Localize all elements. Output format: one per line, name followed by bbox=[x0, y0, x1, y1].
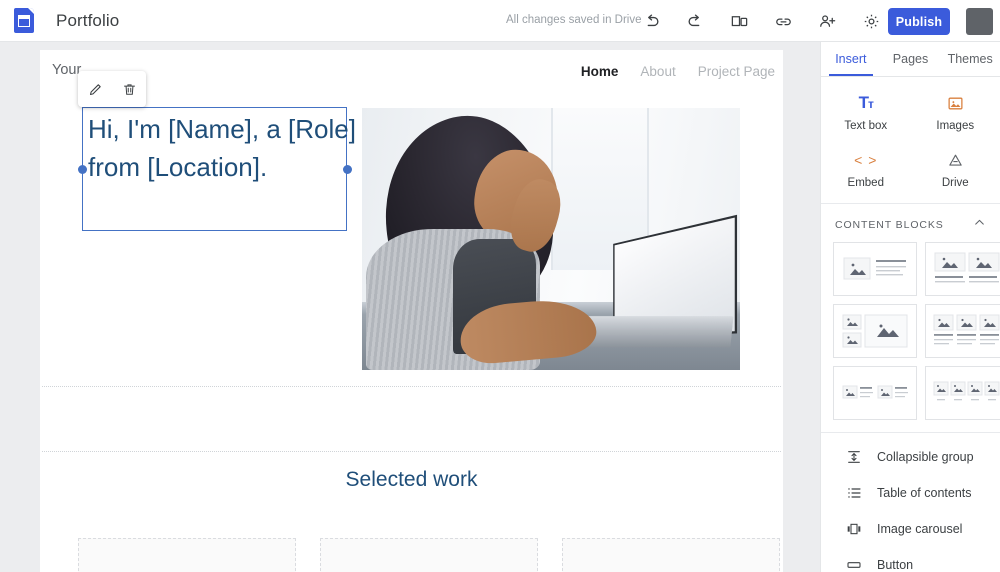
tab-themes[interactable]: Themes bbox=[940, 42, 1000, 76]
top-toolbar: Portfolio All changes saved in Drive Pub… bbox=[0, 0, 1000, 42]
site-title-text[interactable]: Your bbox=[52, 62, 81, 78]
tab-insert[interactable]: Insert bbox=[821, 42, 881, 76]
edit-pencil-icon[interactable] bbox=[83, 77, 107, 101]
list-item-label: Image carousel bbox=[877, 522, 963, 536]
google-sites-logo[interactable] bbox=[14, 7, 36, 34]
tab-pages[interactable]: Pages bbox=[881, 42, 941, 76]
content-block-image-left-text-right[interactable] bbox=[833, 242, 917, 296]
insert-embed[interactable]: < > Embed bbox=[821, 146, 911, 193]
text-box-icon: Tт bbox=[858, 93, 874, 112]
site-header: Your Home About Project Page bbox=[40, 50, 783, 98]
table-of-contents-icon bbox=[845, 485, 863, 501]
button-icon bbox=[845, 557, 863, 572]
content-blocks-header[interactable]: CONTENT BLOCKS bbox=[821, 204, 1000, 242]
content-block-two-images-with-text[interactable] bbox=[925, 242, 1000, 296]
insert-drive[interactable]: Drive bbox=[911, 146, 1000, 193]
section-divider bbox=[42, 386, 781, 387]
insert-widget-list: Collapsible group Table of contents Imag… bbox=[821, 433, 1000, 572]
nav-link-home[interactable]: Home bbox=[581, 64, 619, 79]
site-canvas: Your Home About Project Page Hi, I'm [Na… bbox=[0, 42, 820, 572]
site-name-field[interactable]: Portfolio bbox=[56, 11, 119, 31]
preview-icon[interactable] bbox=[724, 6, 754, 36]
placeholder-card[interactable] bbox=[562, 538, 780, 572]
panel-tab-bar: Insert Pages Themes bbox=[821, 42, 1000, 77]
insert-images[interactable]: Images bbox=[911, 89, 1000, 136]
placeholder-card[interactable] bbox=[320, 538, 538, 572]
site-page: Your Home About Project Page Hi, I'm [Na… bbox=[40, 50, 783, 572]
link-icon[interactable] bbox=[768, 6, 798, 36]
placeholder-card[interactable] bbox=[78, 538, 296, 572]
hero-image[interactable] bbox=[362, 108, 740, 370]
insert-table-of-contents[interactable]: Table of contents bbox=[821, 475, 1000, 511]
share-icon[interactable] bbox=[812, 6, 842, 36]
section-divider bbox=[42, 451, 781, 452]
insert-item-label: Text box bbox=[844, 120, 888, 132]
collapsible-group-icon bbox=[845, 449, 863, 465]
save-status-text: All changes saved in Drive bbox=[506, 14, 642, 26]
site-navigation: Home About Project Page bbox=[581, 64, 775, 79]
content-block-three-images-with-text[interactable] bbox=[925, 304, 1000, 358]
insert-item-label: Drive bbox=[941, 177, 969, 189]
list-item-label: Table of contents bbox=[877, 486, 972, 500]
embed-code-icon: < > bbox=[854, 152, 878, 168]
image-carousel-icon bbox=[845, 521, 863, 537]
toolbar-icon-group bbox=[636, 0, 930, 42]
insert-panel: Insert Pages Themes Tт Text box Images <… bbox=[820, 42, 1000, 572]
content-block-four-images-row[interactable] bbox=[925, 366, 1000, 420]
insert-item-label: Images bbox=[936, 120, 975, 132]
work-card-row bbox=[78, 538, 780, 572]
list-item-label: Collapsible group bbox=[877, 450, 974, 464]
insert-image-carousel[interactable]: Image carousel bbox=[821, 511, 1000, 547]
settings-icon[interactable] bbox=[856, 6, 886, 36]
images-icon bbox=[947, 93, 964, 113]
nav-link-project-page[interactable]: Project Page bbox=[698, 64, 775, 79]
google-sites-editor: Portfolio All changes saved in Drive Pub… bbox=[0, 0, 1000, 572]
drive-icon bbox=[947, 150, 964, 170]
insert-button[interactable]: Button bbox=[821, 547, 1000, 572]
content-block-two-small-images-one-large[interactable] bbox=[833, 304, 917, 358]
resize-handle-left[interactable] bbox=[77, 164, 87, 174]
insert-item-label: Embed bbox=[847, 177, 884, 189]
insert-collapsible-group[interactable]: Collapsible group bbox=[821, 439, 1000, 475]
content-blocks-grid bbox=[821, 242, 1000, 433]
content-blocks-title: CONTENT BLOCKS bbox=[835, 219, 944, 231]
selected-text-box[interactable]: Hi, I'm [Name], a [Role] from [Location]… bbox=[77, 107, 356, 231]
floating-element-toolbar bbox=[78, 71, 146, 107]
list-item-label: Button bbox=[877, 558, 914, 572]
nav-link-about[interactable]: About bbox=[640, 64, 675, 79]
resize-handle-right[interactable] bbox=[342, 164, 352, 174]
chevron-up-icon[interactable] bbox=[973, 216, 986, 234]
insert-text-box[interactable]: Tт Text box bbox=[821, 89, 911, 136]
avatar[interactable] bbox=[966, 8, 993, 35]
text-box-content[interactable]: Hi, I'm [Name], a [Role] from [Location]… bbox=[88, 110, 356, 186]
selected-work-heading: Selected work bbox=[345, 468, 478, 491]
content-block-two-image-text-pairs[interactable] bbox=[833, 366, 917, 420]
redo-icon[interactable] bbox=[680, 6, 710, 36]
publish-button[interactable]: Publish bbox=[888, 8, 950, 35]
undo-icon[interactable] bbox=[636, 6, 666, 36]
delete-trash-icon[interactable] bbox=[117, 77, 141, 101]
insert-items-grid: Tт Text box Images < > Embed Drive bbox=[821, 77, 1000, 204]
